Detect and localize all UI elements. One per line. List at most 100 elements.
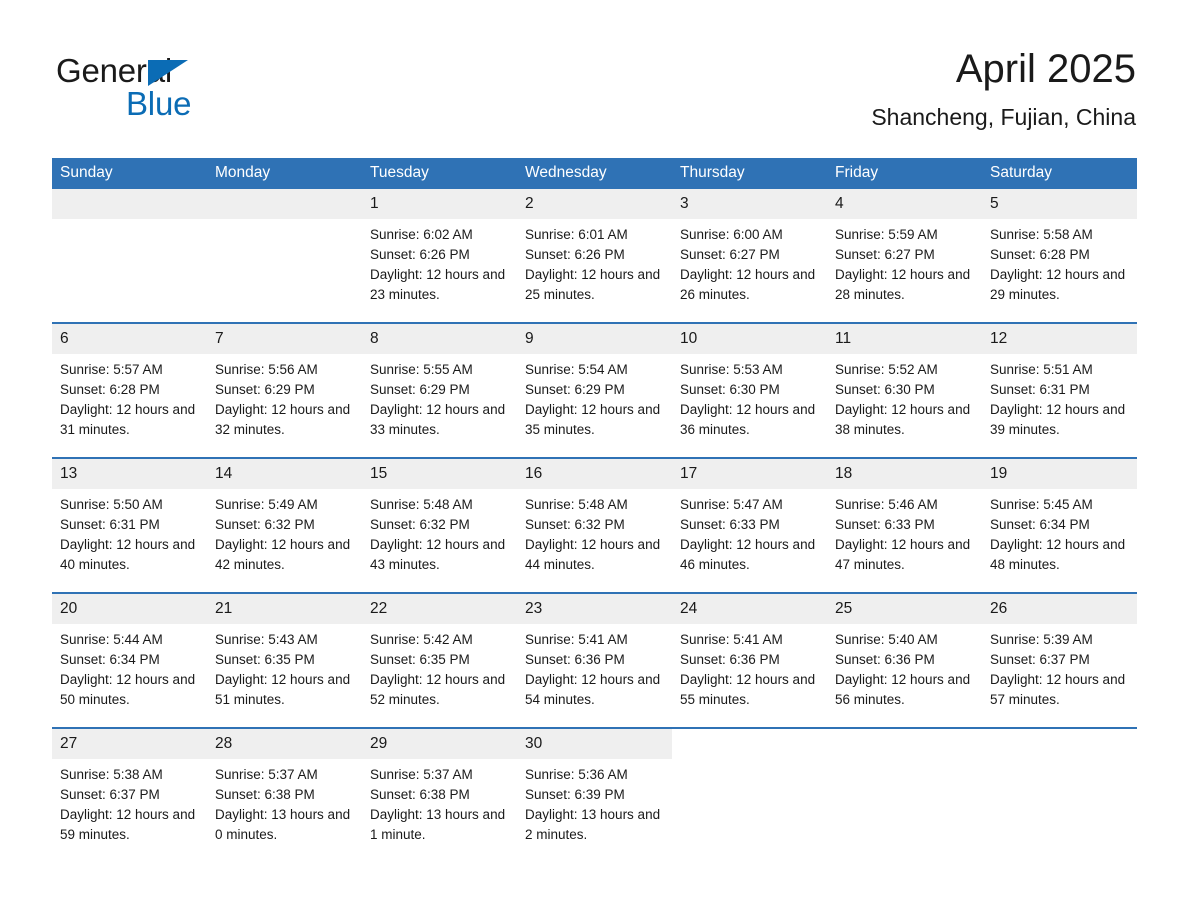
day-details: Sunrise: 5:45 AM Sunset: 6:34 PM Daylight:… [982,489,1137,575]
sunset-text: Sunset: 6:38 PM [215,787,315,802]
sunset-text: Sunset: 6:29 PM [525,382,625,397]
calendar-day-cell[interactable]: 9 Sunrise: 5:54 AM Sunset: 6:29 PM Daylight… [517,322,672,458]
sunrise-text: Sunrise: 5:42 AM [370,632,473,647]
day-details: Sunrise: 5:58 AM Sunset: 6:28 PM Daylight:… [982,219,1137,305]
daylight-text: Daylight: 12 hours and 57 minutes. [990,672,1126,707]
daylight-text: Daylight: 12 hours and 56 minutes. [835,672,971,707]
daylight-text: Daylight: 12 hours and 25 minutes. [525,267,661,302]
day-number: 20 [52,594,207,624]
sunset-text: Sunset: 6:33 PM [835,517,935,532]
calendar-week-row: 27 Sunrise: 5:38 AM Sunset: 6:37 PM Dayligh… [52,727,1137,862]
sunset-text: Sunset: 6:34 PM [60,652,160,667]
sunset-text: Sunset: 6:39 PM [525,787,625,802]
sunset-text: Sunset: 6:36 PM [835,652,935,667]
calendar-day-cell[interactable]: 14 Sunrise: 5:49 AM Sunset: 6:32 PM Dayligh… [207,457,362,593]
calendar-day-cell[interactable]: 24 Sunrise: 5:41 AM Sunset: 6:36 PM Dayligh… [672,592,827,728]
calendar-day-cell[interactable]: 23 Sunrise: 5:41 AM Sunset: 6:36 PM Dayligh… [517,592,672,728]
day-number: 23 [517,594,672,624]
daylight-text: Daylight: 12 hours and 47 minutes. [835,537,971,572]
day-number: 6 [52,324,207,354]
sunset-text: Sunset: 6:26 PM [370,247,470,262]
calendar-day-cell[interactable]: 21 Sunrise: 5:43 AM Sunset: 6:35 PM Dayligh… [207,592,362,728]
calendar-day-cell[interactable]: 6 Sunrise: 5:57 AM Sunset: 6:28 PM Daylight… [52,322,207,458]
calendar-day-cell[interactable]: 30 Sunrise: 5:36 AM Sunset: 6:39 PM Dayligh… [517,727,672,862]
general-blue-logo[interactable]: General Blue [56,52,286,124]
sunrise-text: Sunrise: 6:00 AM [680,227,783,242]
day-number: 2 [517,189,672,219]
calendar-table: Sunday Monday Tuesday Wednesday Thursday… [52,158,1137,862]
calendar-day-cell[interactable]: 8 Sunrise: 5:55 AM Sunset: 6:29 PM Daylight… [362,322,517,458]
day-number: 22 [362,594,517,624]
calendar-day-cell-empty [982,727,1137,862]
logo-text-blue: Blue [126,85,192,122]
calendar-day-cell[interactable]: 28 Sunrise: 5:37 AM Sunset: 6:38 PM Dayligh… [207,727,362,862]
day-details: Sunrise: 5:38 AM Sunset: 6:37 PM Daylight:… [52,759,207,845]
calendar-day-cell[interactable]: 27 Sunrise: 5:38 AM Sunset: 6:37 PM Dayligh… [52,727,207,862]
sunset-text: Sunset: 6:36 PM [680,652,780,667]
sunset-text: Sunset: 6:38 PM [370,787,470,802]
calendar-day-cell[interactable]: 17 Sunrise: 5:47 AM Sunset: 6:33 PM Dayligh… [672,457,827,593]
sunrise-text: Sunrise: 5:44 AM [60,632,163,647]
daylight-text: Daylight: 12 hours and 33 minutes. [370,402,506,437]
day-details: Sunrise: 5:56 AM Sunset: 6:29 PM Daylight:… [207,354,362,440]
calendar-day-cell[interactable]: 2 Sunrise: 6:01 AM Sunset: 6:26 PM Daylight… [517,189,672,323]
day-details: Sunrise: 6:00 AM Sunset: 6:27 PM Daylight:… [672,219,827,305]
daylight-text: Daylight: 12 hours and 39 minutes. [990,402,1126,437]
sunrise-text: Sunrise: 5:43 AM [215,632,318,647]
sunrise-text: Sunrise: 5:52 AM [835,362,938,377]
day-number [672,729,827,759]
calendar-day-cell[interactable]: 26 Sunrise: 5:39 AM Sunset: 6:37 PM Dayligh… [982,592,1137,728]
daylight-text: Daylight: 12 hours and 59 minutes. [60,807,196,842]
calendar-day-cell[interactable]: 22 Sunrise: 5:42 AM Sunset: 6:35 PM Dayligh… [362,592,517,728]
calendar-day-cell[interactable]: 15 Sunrise: 5:48 AM Sunset: 6:32 PM Dayligh… [362,457,517,593]
day-details: Sunrise: 5:47 AM Sunset: 6:33 PM Daylight:… [672,489,827,575]
sunset-text: Sunset: 6:27 PM [835,247,935,262]
day-number: 7 [207,324,362,354]
sunrise-text: Sunrise: 5:39 AM [990,632,1093,647]
sunrise-text: Sunrise: 5:37 AM [370,767,473,782]
sunset-text: Sunset: 6:35 PM [370,652,470,667]
day-number: 24 [672,594,827,624]
day-details: Sunrise: 5:44 AM Sunset: 6:34 PM Daylight:… [52,624,207,710]
sunrise-text: Sunrise: 6:02 AM [370,227,473,242]
sunrise-text: Sunrise: 5:48 AM [525,497,628,512]
calendar-day-cell[interactable]: 20 Sunrise: 5:44 AM Sunset: 6:34 PM Dayligh… [52,592,207,728]
page-title: April 2025 [955,47,1136,91]
day-number [982,729,1137,759]
daylight-text: Daylight: 12 hours and 52 minutes. [370,672,506,707]
day-number: 8 [362,324,517,354]
daylight-text: Daylight: 13 hours and 0 minutes. [215,807,351,842]
day-details: Sunrise: 5:52 AM Sunset: 6:30 PM Daylight:… [827,354,982,440]
calendar-day-cell[interactable]: 29 Sunrise: 5:37 AM Sunset: 6:38 PM Dayligh… [362,727,517,862]
calendar-day-cell[interactable]: 19 Sunrise: 5:45 AM Sunset: 6:34 PM Dayligh… [982,457,1137,593]
sunset-text: Sunset: 6:33 PM [680,517,780,532]
day-number [52,189,207,219]
daylight-text: Daylight: 12 hours and 23 minutes. [370,267,506,302]
day-number: 29 [362,729,517,759]
calendar-day-cell[interactable]: 1 Sunrise: 6:02 AM Sunset: 6:26 PM Daylight… [362,189,517,323]
calendar-day-cell[interactable]: 18 Sunrise: 5:46 AM Sunset: 6:33 PM Dayligh… [827,457,982,593]
sunset-text: Sunset: 6:34 PM [990,517,1090,532]
calendar-day-cell[interactable]: 3 Sunrise: 6:00 AM Sunset: 6:27 PM Daylight… [672,189,827,323]
page-header: General Blue April 2025 Shancheng, Fujia… [0,0,1188,152]
calendar-day-cell[interactable]: 5 Sunrise: 5:58 AM Sunset: 6:28 PM Daylight… [982,189,1137,323]
calendar-day-cell[interactable]: 13 Sunrise: 5:50 AM Sunset: 6:31 PM Dayligh… [52,457,207,593]
sunrise-text: Sunrise: 5:55 AM [370,362,473,377]
calendar-day-cell[interactable]: 12 Sunrise: 5:51 AM Sunset: 6:31 PM Dayligh… [982,322,1137,458]
calendar-day-cell[interactable]: 10 Sunrise: 5:53 AM Sunset: 6:30 PM Dayligh… [672,322,827,458]
sunset-text: Sunset: 6:32 PM [370,517,470,532]
calendar-day-cell[interactable]: 25 Sunrise: 5:40 AM Sunset: 6:36 PM Dayligh… [827,592,982,728]
daylight-text: Daylight: 13 hours and 1 minute. [370,807,506,842]
day-number: 10 [672,324,827,354]
sunset-text: Sunset: 6:31 PM [990,382,1090,397]
sunset-text: Sunset: 6:29 PM [215,382,315,397]
sunrise-text: Sunrise: 5:41 AM [525,632,628,647]
day-details: Sunrise: 5:50 AM Sunset: 6:31 PM Daylight:… [52,489,207,575]
calendar-day-cell[interactable]: 11 Sunrise: 5:52 AM Sunset: 6:30 PM Dayligh… [827,322,982,458]
title-block: April 2025 Shancheng, Fujian, China [871,44,1136,132]
day-number: 28 [207,729,362,759]
calendar-week-row: 13 Sunrise: 5:50 AM Sunset: 6:31 PM Dayligh… [52,457,1137,593]
calendar-day-cell[interactable]: 16 Sunrise: 5:48 AM Sunset: 6:32 PM Dayligh… [517,457,672,593]
calendar-day-cell[interactable]: 7 Sunrise: 5:56 AM Sunset: 6:29 PM Daylight… [207,322,362,458]
calendar-day-cell[interactable]: 4 Sunrise: 5:59 AM Sunset: 6:27 PM Daylight… [827,189,982,323]
